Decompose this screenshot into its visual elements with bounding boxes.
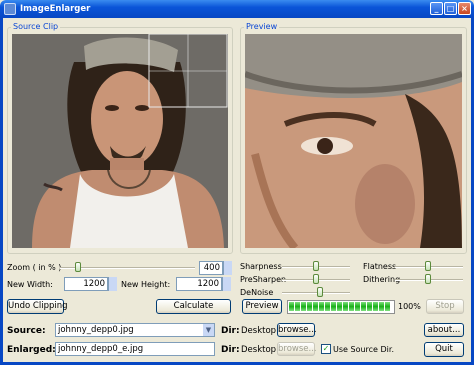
enlarged-dir-value: Desktop <box>241 345 277 355</box>
progress-block <box>361 302 366 311</box>
minimize-icon[interactable]: _ <box>430 2 443 15</box>
flatness-label: Flatness <box>363 262 397 271</box>
calculate-button[interactable]: Calculate <box>156 299 231 314</box>
zoom-spinner[interactable] <box>223 261 232 275</box>
progress-block <box>337 302 342 311</box>
stop-button[interactable]: Stop <box>426 299 464 314</box>
progress-block <box>301 302 306 311</box>
progress-block <box>289 302 294 311</box>
source-browse-button[interactable]: browse... <box>277 323 317 337</box>
close-icon[interactable]: × <box>458 2 471 15</box>
new-height-spinner[interactable] <box>222 277 231 291</box>
progress-block <box>295 302 300 311</box>
enlarged-label: Enlarged: <box>7 345 56 355</box>
app-icon <box>4 3 16 15</box>
progress-value: 100% <box>398 302 421 311</box>
denoise-slider-thumb[interactable] <box>317 287 323 297</box>
denoise-label: DeNoise <box>240 288 274 297</box>
source-dir-value: Desktop <box>241 326 277 336</box>
progress-block <box>349 302 354 311</box>
maximize-icon[interactable]: □ <box>444 2 457 15</box>
enlarged-dir-label: Dir: <box>221 345 240 355</box>
flatness-slider-thumb[interactable] <box>425 261 431 271</box>
about-button[interactable]: about... <box>424 323 464 337</box>
new-height-label: New Height: <box>121 280 171 289</box>
source-dir-label: Dir: <box>221 326 240 336</box>
denoise-slider-track[interactable] <box>282 292 350 294</box>
progress-block <box>313 302 318 311</box>
preview-button[interactable]: Preview <box>242 299 282 314</box>
window-title: ImageEnlarger <box>20 4 91 14</box>
enlarged-file-field[interactable]: johnny_depp0_e.jpg <box>55 342 215 356</box>
progress-block <box>373 302 378 311</box>
new-width-spinner[interactable] <box>108 277 117 291</box>
new-width-field[interactable]: 1200 <box>64 277 108 291</box>
zoom-value-field[interactable]: 400 <box>199 261 223 275</box>
progress-block <box>343 302 348 311</box>
sharpness-slider-thumb[interactable] <box>313 261 319 271</box>
preview-label: Preview <box>244 22 280 32</box>
new-width-label: New Width: <box>7 280 53 289</box>
use-source-dir-checkbox[interactable]: ✓ <box>321 344 331 354</box>
preview-photo <box>245 34 462 248</box>
source-file-select[interactable]: johnny_depp0.jpg <box>55 323 215 337</box>
quit-button[interactable]: Quit <box>424 342 464 357</box>
source-image[interactable] <box>12 34 228 248</box>
zoom-slider-thumb[interactable] <box>75 262 81 272</box>
undo-clipping-button[interactable]: Undo Clipping <box>7 299 68 314</box>
progress-block <box>319 302 324 311</box>
progress-block <box>325 302 330 311</box>
progress-block <box>331 302 336 311</box>
progress-block <box>307 302 312 311</box>
zoom-label: Zoom ( in % ) <box>7 263 62 272</box>
presharpen-label: PreSharpen <box>240 275 287 284</box>
progress-block <box>355 302 360 311</box>
checkmark-icon: ✓ <box>322 344 330 353</box>
preview-image[interactable] <box>245 34 462 248</box>
progress-bar <box>287 300 395 314</box>
progress-fill <box>289 302 393 312</box>
dithering-slider-thumb[interactable] <box>425 274 431 284</box>
progress-block <box>367 302 372 311</box>
presharpen-slider-thumb[interactable] <box>313 274 319 284</box>
enlarged-browse-button[interactable]: browse... <box>277 342 317 356</box>
new-height-field[interactable]: 1200 <box>176 277 222 291</box>
source-label: Source: <box>7 326 46 336</box>
source-photo <box>12 34 228 248</box>
sharpness-label: Sharpness <box>240 262 282 271</box>
progress-block <box>379 302 384 311</box>
source-clip-label: Source Clip <box>11 22 61 32</box>
progress-block <box>385 302 390 311</box>
use-source-dir-label: Use Source Dir. <box>333 345 394 354</box>
chevron-down-icon[interactable]: ▼ <box>203 324 214 336</box>
